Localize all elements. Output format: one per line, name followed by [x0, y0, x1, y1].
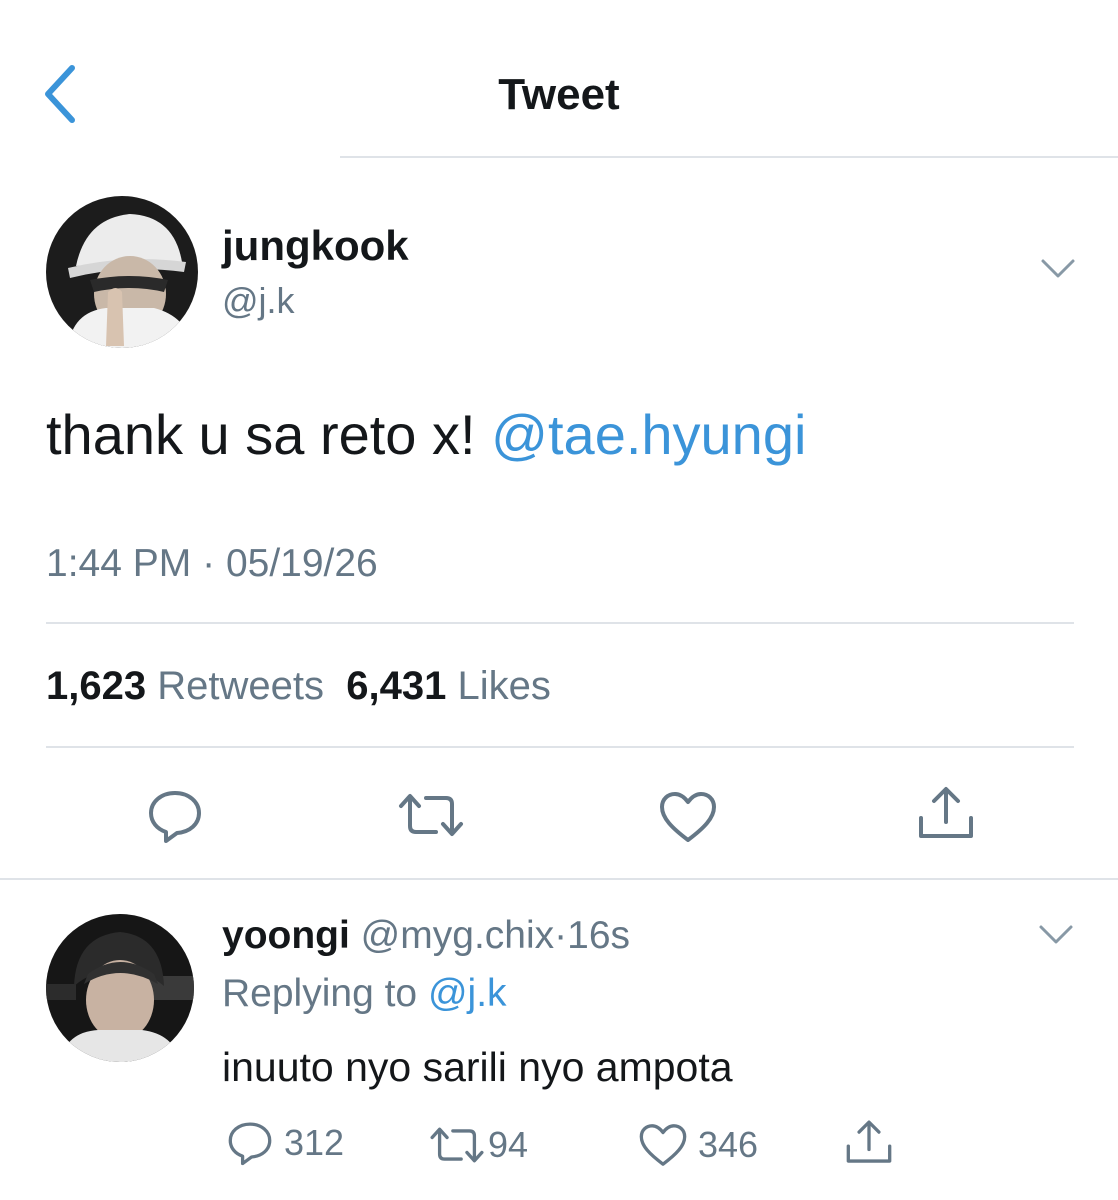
replying-to-label: Replying to — [222, 972, 418, 1015]
reply-reply-button[interactable]: 312 — [226, 1120, 344, 1166]
retweets-label: Retweets — [157, 664, 324, 708]
reply-author-handle[interactable]: @myg.chix — [361, 914, 554, 957]
reply-count: 312 — [284, 1122, 345, 1163]
divider — [46, 746, 1074, 748]
reply-time: 16s — [567, 914, 631, 957]
reply-author-avatar[interactable] — [46, 914, 194, 1062]
share-button[interactable] — [916, 784, 976, 842]
reply-retweet-button[interactable]: 94 — [428, 1124, 528, 1166]
tweet-time: 1:44 PM — [46, 542, 192, 585]
header-divider — [340, 156, 1118, 158]
reply-button[interactable] — [146, 788, 204, 844]
author-name[interactable]: jungkook — [222, 222, 409, 270]
chevron-down-icon — [1041, 259, 1075, 278]
retweets-count: 1,623 — [46, 664, 147, 708]
reply-options-button[interactable] — [1038, 920, 1074, 950]
share-icon — [846, 1120, 892, 1163]
reply-retweet-count: 94 — [488, 1124, 529, 1165]
share-icon — [919, 787, 973, 838]
tweet-body: thank u sa reto x! — [46, 403, 476, 466]
retweet-icon — [430, 1127, 484, 1163]
retweet-icon — [399, 794, 463, 836]
tweet-text: thank u sa reto x! @tae.hyungi — [46, 402, 806, 467]
tweet-options-button[interactable] — [1040, 254, 1076, 284]
like-button[interactable] — [658, 790, 718, 844]
reply-header: yoongi @myg.chix·16s — [222, 914, 630, 958]
author-handle[interactable]: @j.k — [222, 280, 295, 322]
heart-icon — [660, 792, 716, 842]
chevron-down-icon — [1039, 925, 1073, 944]
reply-text: inuuto nyo sarili nyo ampota — [222, 1044, 733, 1090]
reply-like-count: 346 — [698, 1124, 759, 1165]
replying-to-handle[interactable]: @j.k — [428, 972, 507, 1015]
reply-like-button[interactable]: 346 — [638, 1122, 758, 1168]
replying-to: Replying to @j.k — [222, 972, 507, 1016]
divider — [46, 622, 1074, 624]
likes-count: 6,431 — [346, 664, 447, 708]
tweet-mention-link[interactable]: @tae.hyungi — [491, 403, 806, 466]
author-avatar[interactable] — [46, 196, 198, 348]
reply-author-name[interactable]: yoongi — [222, 914, 350, 957]
reply-separator: · — [554, 914, 568, 957]
reply-share-button[interactable] — [844, 1118, 894, 1166]
retweet-button[interactable] — [396, 790, 466, 840]
speech-bubble-icon — [228, 1122, 272, 1166]
timestamp-separator: · — [202, 542, 216, 585]
tweet-stats: 1,623 Retweets 6,431 Likes — [46, 664, 551, 709]
page-title: Tweet — [498, 70, 620, 119]
likes-label: Likes — [457, 664, 551, 708]
tweet-timestamp: 1:44 PM · 05/19/26 — [46, 542, 378, 586]
heart-icon — [639, 1124, 687, 1166]
section-divider — [0, 878, 1118, 880]
retweets-stat[interactable]: 1,623 Retweets — [46, 664, 324, 708]
tweet-date: 05/19/26 — [225, 542, 378, 585]
likes-stat[interactable]: 6,431 Likes — [346, 664, 551, 708]
speech-bubble-icon — [149, 791, 201, 843]
